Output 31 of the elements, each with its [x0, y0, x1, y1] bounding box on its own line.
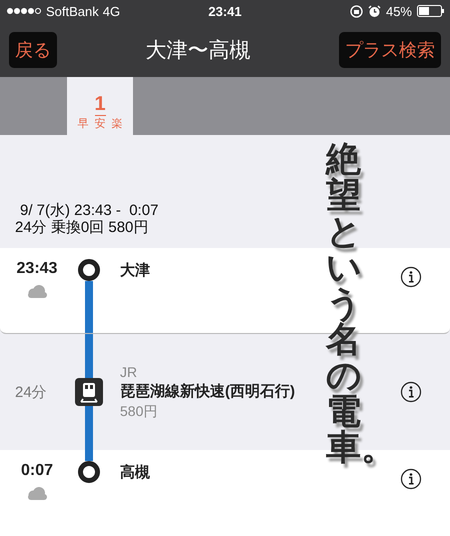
rank-label: 安: [94, 115, 106, 131]
info-icon[interactable]: [400, 468, 422, 490]
battery-percent: 45%: [386, 4, 412, 18]
battery-icon: [417, 5, 444, 17]
route-details: 24分 乗換0回 580円: [15, 219, 148, 236]
back-button[interactable]: 戻る: [9, 32, 57, 68]
overlay-caption: 絶望という名の電車。: [326, 138, 371, 470]
train-icon: [75, 378, 103, 406]
nav-title: 大津〜高槻: [146, 38, 250, 64]
rotation-lock-icon: [350, 4, 363, 18]
alarm-icon: [368, 4, 381, 18]
station-name: 高槻: [120, 463, 150, 482]
route-times: 9/ 7(水) 23:43 - 0:07: [19, 202, 158, 219]
station-time: 23:43: [16, 260, 58, 278]
station-name: 大津: [120, 261, 150, 280]
fare: 580円: [120, 402, 158, 420]
line-name: 琵琶湖線新快速(西明石行): [120, 382, 295, 400]
rank-label: 早: [78, 117, 88, 131]
timeline-stop: [78, 461, 100, 483]
rank-label: 楽: [112, 117, 122, 131]
clock: 23:41: [207, 4, 243, 18]
plus-search-button[interactable]: プラス検索: [339, 32, 441, 68]
signal-icon: [6, 6, 42, 16]
info-icon[interactable]: [400, 266, 422, 288]
operator-name: JR: [120, 364, 138, 380]
station-time: 0:07: [20, 462, 54, 480]
info-icon[interactable]: [400, 381, 422, 403]
timeline-stop: [78, 259, 100, 281]
ride-duration: 24分: [15, 382, 47, 402]
network-type: 4G: [102, 4, 120, 18]
carrier-name: SoftBank: [46, 4, 99, 18]
